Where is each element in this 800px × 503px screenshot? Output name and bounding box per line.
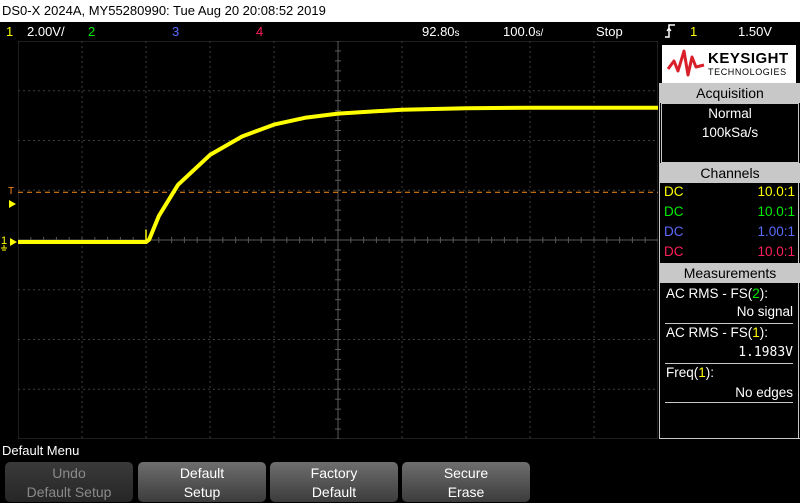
ch2-number[interactable]: 2: [88, 22, 95, 41]
time-position-unit: s: [454, 28, 460, 39]
ground-icon: [1, 238, 17, 251]
softkey-line1: Factory: [310, 465, 358, 481]
secure-erase-button[interactable]: Secure Erase: [402, 462, 530, 502]
acquisition-heading[interactable]: Acquisition: [660, 83, 800, 103]
logo-line1: KEYSIGHT: [708, 50, 789, 67]
factory-default-button[interactable]: Factory Default: [270, 462, 398, 502]
waveform-display[interactable]: [17, 40, 659, 440]
trigger-channel[interactable]: 1: [690, 22, 697, 41]
softkey-line1: Default: [179, 465, 225, 481]
channels-heading[interactable]: Channels: [660, 163, 800, 183]
channels-box[interactable]: DC 10.0:1 DC 10.0:1 DC 1.00:1 DC 10.0:1: [661, 183, 799, 263]
panel-border: [659, 438, 800, 439]
measurement-divider: [665, 402, 793, 403]
panel-border: [659, 83, 660, 439]
time-scale-unit: s/: [535, 28, 544, 39]
softkey-line2: Default: [311, 484, 357, 500]
logo-line2: TECHNOLOGIES: [708, 67, 787, 77]
ch1-probe: 10.0:1: [757, 184, 795, 199]
keysight-wave-icon: [666, 49, 705, 77]
default-setup-button[interactable]: Default Setup: [138, 462, 266, 502]
measurements-box[interactable]: AC RMS - FS(2): No signal AC RMS - FS(1)…: [661, 283, 799, 439]
waveform-svg: [17, 40, 659, 440]
measurement-3-label: Freq(1):: [666, 365, 715, 380]
ch1-coupling: DC: [664, 184, 684, 199]
time-scale-value: 100.0: [503, 24, 536, 39]
menu-title: Default Menu: [2, 443, 80, 458]
softkey-line1: Undo: [52, 465, 86, 481]
run-state[interactable]: Stop: [596, 22, 623, 41]
ch3-coupling: DC: [664, 224, 684, 239]
acquisition-rate: 100kSa/s: [701, 125, 759, 140]
time-position-value: 92.80: [422, 24, 455, 39]
softkey-line2: Default Setup: [26, 484, 112, 500]
ch3-number[interactable]: 3: [172, 22, 179, 41]
softkey-line2: Erase: [447, 484, 485, 500]
measurement-3-value: No edges: [735, 385, 793, 400]
ch4-number[interactable]: 4: [256, 22, 263, 41]
trigger-letter: T: [8, 186, 15, 197]
ch4-coupling: DC: [664, 244, 684, 259]
softkey-line2: Setup: [183, 484, 221, 500]
time-scale[interactable]: 100.0s/: [503, 22, 543, 43]
measurement-2-label: AC RMS - FS(1):: [666, 325, 769, 340]
ch1-scale[interactable]: 2.00V/: [27, 22, 65, 41]
undo-default-setup-button[interactable]: Undo Default Setup: [5, 462, 133, 502]
time-position[interactable]: 92.80s: [422, 22, 460, 43]
ch1-ground-marker[interactable]: 1: [0, 235, 18, 252]
measurement-1-value: No signal: [736, 304, 793, 319]
acquisition-mode: Normal: [708, 106, 752, 121]
measurement-1-label: AC RMS - FS(2):: [666, 286, 769, 301]
ch4-probe: 10.0:1: [757, 244, 795, 259]
keysight-logo: KEYSIGHT TECHNOLOGIES: [662, 45, 796, 83]
ch2-coupling: DC: [664, 204, 684, 219]
measurements-heading[interactable]: Measurements: [660, 263, 800, 283]
trigger-arrow-icon: [9, 200, 16, 208]
measurement-2-value: 1.1983V: [738, 345, 793, 360]
trigger-level[interactable]: 1.50V: [738, 22, 772, 41]
acquisition-box[interactable]: Normal 100kSa/s: [661, 103, 799, 163]
panel-border: [798, 83, 799, 439]
title-bar: DS0-X 2024A, MY55280990: Tue Aug 20 20:0…: [0, 0, 800, 22]
window-title: DS0-X 2024A, MY55280990: Tue Aug 20 20:0…: [2, 3, 326, 18]
status-bar: 1 2.00V/ 2 3 4 92.80s 100.0s/ Stop 1 1.5…: [0, 22, 800, 41]
ch3-probe: 1.00:1: [757, 224, 795, 239]
ch1-number[interactable]: 1: [6, 22, 13, 41]
softkey-line1: Secure: [443, 465, 489, 481]
ch2-probe: 10.0:1: [757, 204, 795, 219]
